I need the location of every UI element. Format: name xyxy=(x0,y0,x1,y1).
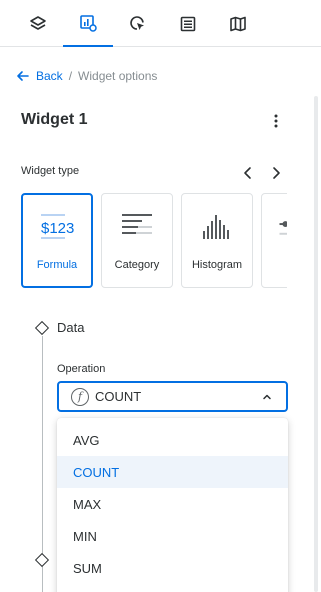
top-tab-bar xyxy=(0,0,321,47)
type-card-range[interactable]: R xyxy=(261,193,287,288)
cursor-click-icon xyxy=(130,15,144,30)
tab-legend[interactable] xyxy=(163,0,213,47)
category-icon xyxy=(102,210,172,242)
type-card-label: Histogram xyxy=(191,259,243,271)
previous-type-button[interactable] xyxy=(238,162,258,184)
tab-widgets[interactable] xyxy=(63,0,113,47)
widget-title: Widget 1 xyxy=(21,111,88,128)
layers-icon xyxy=(30,15,46,30)
operation-value: COUNT xyxy=(95,389,142,404)
type-card-label: Formula xyxy=(36,259,78,271)
more-options-button[interactable] xyxy=(267,112,285,130)
breadcrumb: Back / Widget options xyxy=(16,67,157,85)
svg-text:$123: $123 xyxy=(41,220,74,237)
histogram-icon xyxy=(182,210,252,242)
option-sum[interactable]: SUM xyxy=(57,552,288,584)
chevron-up-icon xyxy=(263,394,271,400)
operation-select[interactable]: f COUNT xyxy=(57,381,288,412)
type-card-label: R xyxy=(262,259,287,271)
widget-type-label: Widget type xyxy=(21,165,80,177)
list-icon xyxy=(180,16,196,31)
type-card-histogram[interactable]: Histogram xyxy=(181,193,253,288)
tab-layers[interactable] xyxy=(13,0,63,47)
type-card-label: Category xyxy=(114,259,160,271)
chevron-right-icon xyxy=(273,167,280,179)
next-type-button[interactable] xyxy=(266,162,286,184)
arrow-left-icon xyxy=(17,71,29,81)
step-diamond-icon xyxy=(34,552,50,568)
scrollbar[interactable] xyxy=(314,96,318,592)
range-icon xyxy=(262,210,287,242)
option-count[interactable]: COUNT xyxy=(57,456,288,488)
step-diamond-icon xyxy=(34,320,50,336)
type-card-category[interactable]: Category xyxy=(101,193,173,288)
widgets-icon xyxy=(80,14,97,32)
chevron-left-icon xyxy=(244,167,251,179)
operation-dropdown-menu: AVG COUNT MAX MIN SUM xyxy=(57,418,288,592)
breadcrumb-current: Widget options xyxy=(78,69,158,83)
data-section-title: Data xyxy=(57,320,85,335)
back-label: Back xyxy=(36,69,63,83)
breadcrumb-separator: / xyxy=(68,69,73,83)
tab-interactions[interactable] xyxy=(113,0,163,47)
tab-basemap[interactable] xyxy=(213,0,263,47)
option-min[interactable]: MIN xyxy=(57,520,288,552)
type-card-formula[interactable]: $123 Formula xyxy=(21,193,93,288)
option-avg[interactable]: AVG xyxy=(57,424,288,456)
formula-icon: $123 xyxy=(23,211,91,243)
operation-label: Operation xyxy=(57,363,106,375)
map-icon xyxy=(230,16,246,31)
function-icon: f xyxy=(71,387,89,406)
option-max[interactable]: MAX xyxy=(57,488,288,520)
widget-type-carousel: $123 Formula Category Histogram xyxy=(0,185,287,295)
back-link[interactable]: Back xyxy=(16,69,63,83)
more-vertical-icon xyxy=(274,114,278,128)
